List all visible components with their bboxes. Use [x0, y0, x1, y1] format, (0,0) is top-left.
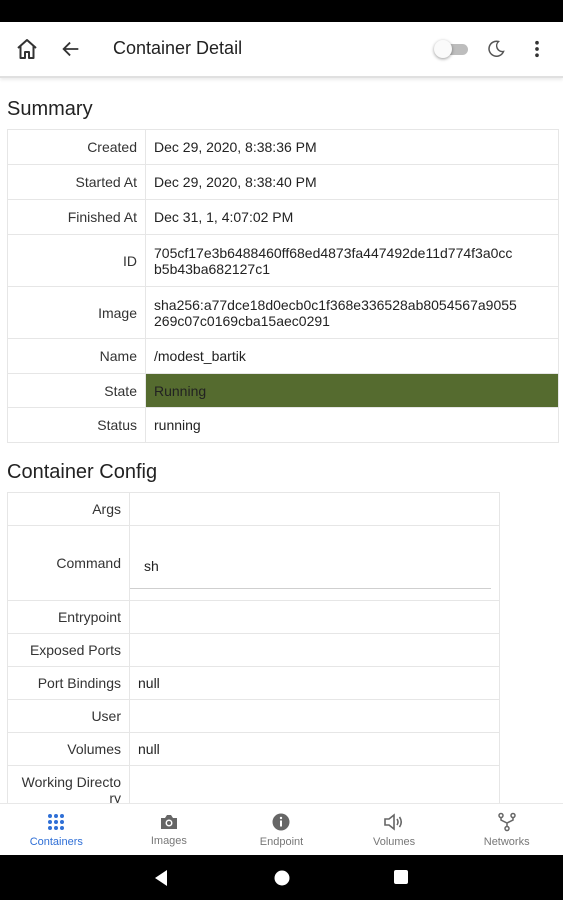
nav-containers[interactable]: Containers	[0, 804, 113, 856]
row-value: null	[129, 666, 500, 700]
grid-icon	[48, 814, 65, 830]
dark-mode-toggle[interactable]	[434, 40, 468, 58]
row-key: Volumes	[7, 732, 130, 766]
command-field[interactable]: sh	[130, 538, 491, 589]
row-key: Started At	[7, 164, 146, 200]
nav-images[interactable]: Images	[113, 804, 226, 856]
image-link-line-1[interactable]: sha256:a77dce18d0ecb0c1f368e336528ab8054…	[154, 297, 550, 313]
nav-endpoint[interactable]: Endpoint	[225, 804, 338, 856]
page-title: Container Detail	[113, 38, 243, 58]
table-row: Working Directo ry	[7, 765, 500, 803]
id-value: 705cf17e3b6488460ff68ed4873fa447492de11d…	[145, 234, 559, 287]
table-row: Created Dec 29, 2020, 8:38:36 PM	[7, 129, 559, 165]
table-row: Exposed Ports	[7, 633, 500, 667]
table-row: Image sha256:a77dce18d0ecb0c1f368e336528…	[7, 286, 559, 339]
nav-networks[interactable]: Networks	[450, 804, 563, 856]
nav-volumes[interactable]: Volumes	[338, 804, 451, 856]
row-key: Port Bindings	[7, 666, 130, 700]
row-key-line-1: Working Directo	[21, 774, 121, 790]
row-value: /modest_bartik	[145, 338, 559, 374]
table-row: Port Bindings null	[7, 666, 500, 700]
system-back-icon[interactable]	[153, 869, 169, 892]
container-config-heading: Container Config	[7, 461, 158, 483]
row-value: Dec 31, 1, 4:07:02 PM	[145, 199, 559, 235]
row-key: Name	[7, 338, 146, 374]
system-navigation-bar	[0, 855, 563, 900]
home-icon[interactable]	[14, 36, 40, 62]
row-value	[129, 765, 500, 803]
back-arrow-icon[interactable]	[58, 36, 84, 62]
table-row: Status running	[7, 407, 559, 443]
network-fork-icon	[497, 812, 516, 832]
row-key: Entrypoint	[7, 600, 130, 634]
row-value: null	[129, 732, 500, 766]
system-recents-icon[interactable]	[393, 869, 409, 890]
app-bar: Container Detail	[0, 22, 563, 78]
moon-icon[interactable]	[483, 36, 509, 62]
nav-label: Networks	[483, 836, 530, 848]
table-row: Finished At Dec 31, 1, 4:07:02 PM	[7, 199, 559, 235]
system-home-icon[interactable]	[273, 869, 291, 892]
nav-label: Images	[150, 835, 187, 847]
id-line-2: b5b43ba682127c1	[154, 260, 271, 277]
row-value	[129, 492, 500, 526]
nav-label: Endpoint	[259, 836, 304, 848]
image-link-line-2[interactable]: 269c07c0169cba15aec0291	[154, 313, 550, 329]
state-badge: Running	[145, 373, 559, 408]
table-row: ID 705cf17e3b6488460ff68ed4873fa447492de…	[7, 234, 559, 287]
row-value: Dec 29, 2020, 8:38:36 PM	[145, 129, 559, 165]
id-line-1: 705cf17e3b6488460ff68ed4873fa447492de11d…	[154, 244, 513, 261]
row-key-line-2: ry	[109, 790, 121, 803]
summary-table: Created Dec 29, 2020, 8:38:36 PM Started…	[7, 129, 559, 443]
row-value: Dec 29, 2020, 8:38:40 PM	[145, 164, 559, 200]
row-key: ID	[7, 234, 146, 287]
table-row: Started At Dec 29, 2020, 8:38:40 PM	[7, 164, 559, 200]
nav-label: Volumes	[372, 836, 416, 848]
row-key: Working Directo ry	[7, 765, 130, 803]
row-key: Command	[7, 525, 130, 601]
table-row: Entrypoint	[7, 600, 500, 634]
table-row: Command sh	[7, 525, 500, 601]
table-row: Volumes null	[7, 732, 500, 766]
more-vert-icon[interactable]	[524, 36, 550, 62]
row-key: Finished At	[7, 199, 146, 235]
table-row: User	[7, 699, 500, 733]
row-key: Exposed Ports	[7, 633, 130, 667]
table-row: State Running	[7, 373, 559, 408]
image-link[interactable]: sha256:a77dce18d0ecb0c1f368e336528ab8054…	[145, 286, 559, 339]
row-key: State	[7, 373, 146, 408]
bottom-navigation: Containers Images Endpoint Volumes Netwo…	[0, 803, 563, 856]
row-value	[129, 633, 500, 667]
camera-icon	[160, 815, 177, 829]
info-icon	[272, 813, 290, 831]
row-key: Status	[7, 407, 146, 443]
row-value	[129, 699, 500, 733]
row-key: Image	[7, 286, 146, 339]
row-key: Args	[7, 492, 130, 526]
table-row: Args	[7, 492, 500, 526]
speaker-icon	[384, 813, 403, 831]
toggle-thumb	[434, 40, 452, 58]
content: Summary Created Dec 29, 2020, 8:38:36 PM…	[0, 78, 563, 803]
row-key: User	[7, 699, 130, 733]
status-bar	[0, 0, 563, 22]
nav-label: Containers	[29, 836, 83, 848]
config-table: Args Command sh Entrypoint Exposed Ports…	[7, 492, 500, 803]
summary-heading: Summary	[7, 98, 93, 120]
table-row: Name /modest_bartik	[7, 338, 559, 374]
command-cell: sh	[129, 525, 500, 601]
row-key: Created	[7, 129, 146, 165]
row-value: running	[145, 407, 559, 443]
row-value	[129, 600, 500, 634]
